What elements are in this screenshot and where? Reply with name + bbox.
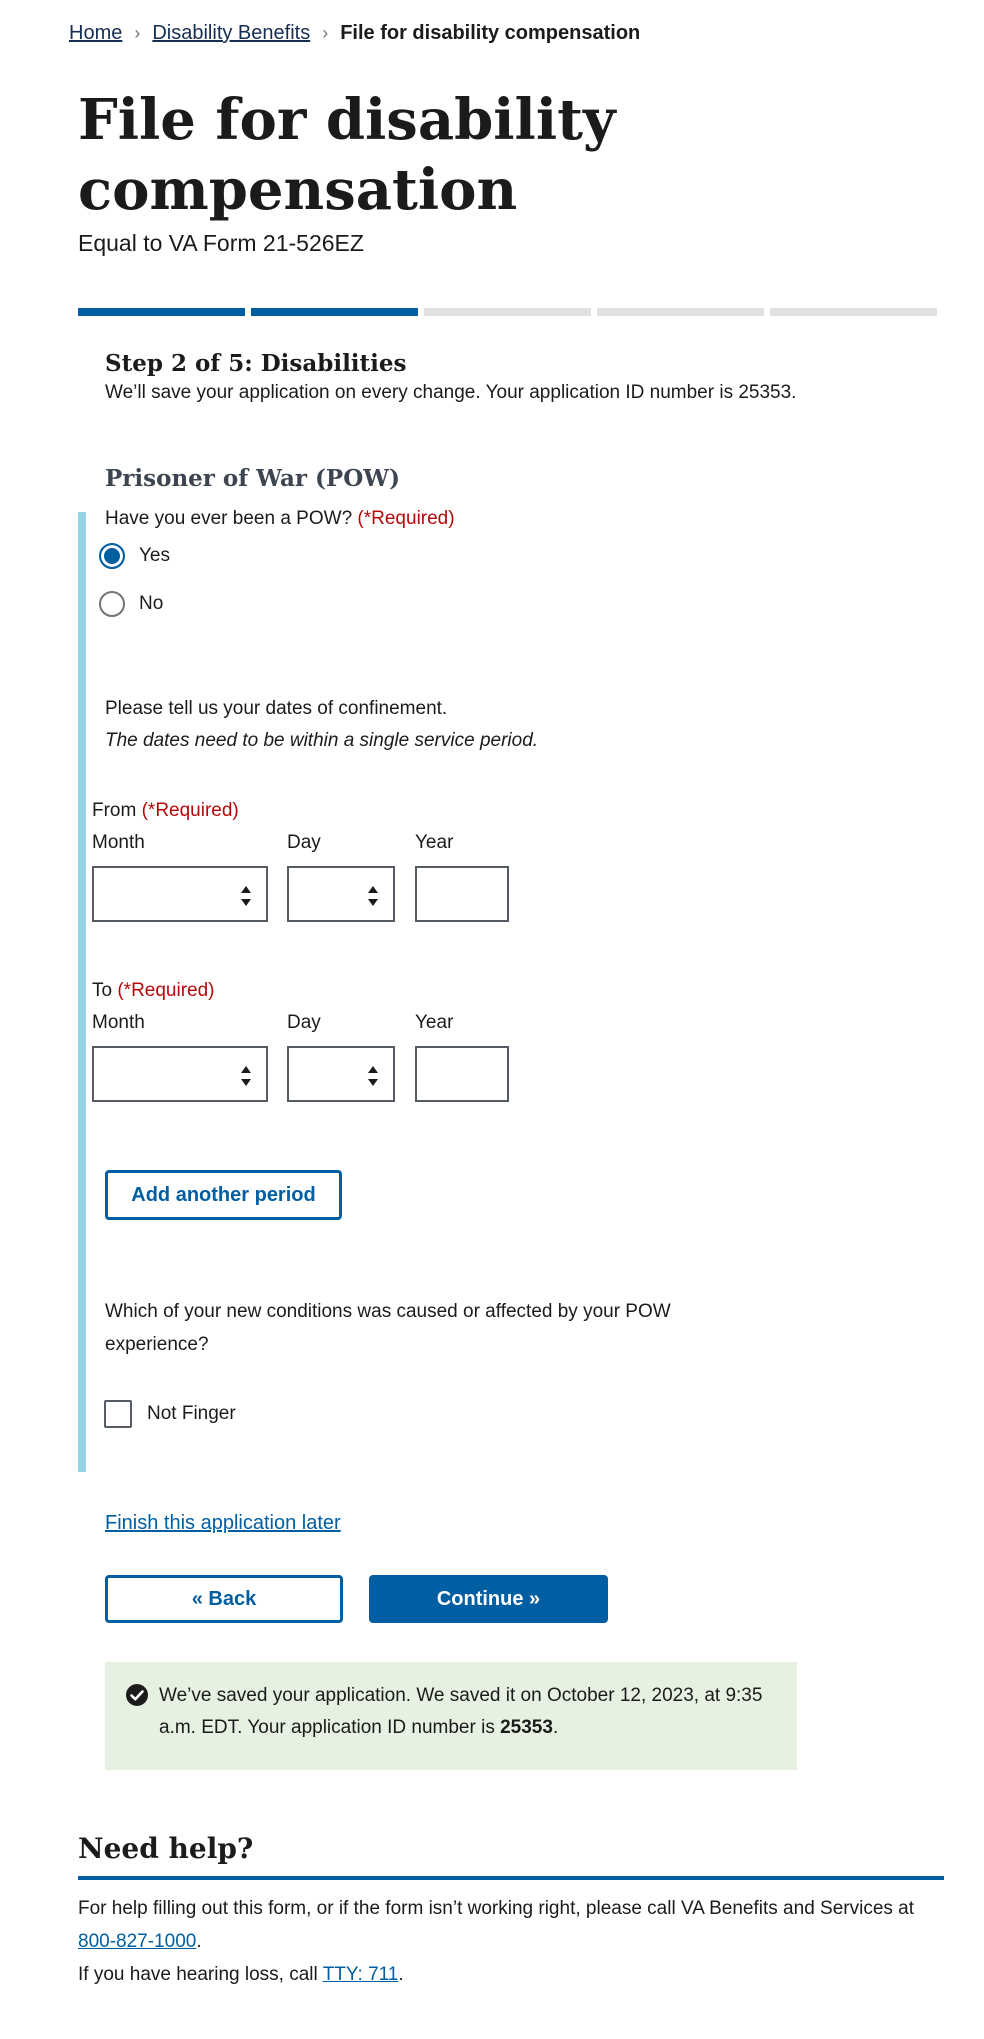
radio-yes[interactable] <box>99 543 125 569</box>
phone-link[interactable]: 800-827-1000 <box>78 1931 196 1952</box>
required-marker: (*Required) <box>357 508 455 529</box>
radio-option-no[interactable]: No <box>99 591 163 617</box>
page-subtitle: Equal to VA Form 21-526EZ <box>78 230 364 256</box>
tty-link[interactable]: TTY: 711 <box>323 1964 399 1985</box>
section-accent-bar <box>78 512 86 1472</box>
to-label: To <box>92 980 113 1001</box>
save-success-alert: We’ve saved your application. We saved i… <box>105 1662 797 1770</box>
radio-no[interactable] <box>99 591 125 617</box>
sort-caret-icon <box>241 1066 251 1086</box>
to-day-label: Day <box>287 1012 321 1033</box>
from-month-label: Month <box>92 832 145 853</box>
dates-intro: Please tell us your dates of confinement… <box>105 698 448 719</box>
sort-caret-icon <box>368 1066 378 1086</box>
required-marker: (*Required) <box>141 800 239 821</box>
to-month-select[interactable] <box>92 1046 268 1102</box>
help-line1: For help filling out this form, or if th… <box>78 1898 915 1919</box>
dates-hint: The dates need to be within a single ser… <box>105 730 539 751</box>
help-line2: If you have hearing loss, call <box>78 1964 323 1985</box>
from-legend: From (*Required) <box>92 800 239 822</box>
help-line2-end: . <box>398 1964 404 1985</box>
breadcrumb: Home › Disability Benefits › File for di… <box>69 22 640 45</box>
from-day-label: Day <box>287 832 321 853</box>
progress-segment <box>78 308 245 316</box>
conditions-question: Which of your new conditions was caused … <box>105 1301 671 1355</box>
continue-button[interactable]: Continue » <box>369 1575 608 1623</box>
radio-yes-label[interactable]: Yes <box>139 545 170 567</box>
breadcrumb-separator: › <box>134 23 141 43</box>
from-label: From <box>92 800 137 821</box>
progress-segment <box>251 308 418 316</box>
need-help-divider <box>78 1876 944 1880</box>
breadcrumb-current: File for disability compensation <box>340 22 641 44</box>
finish-later-link[interactable]: Finish this application later <box>105 1512 341 1535</box>
to-year-label: Year <box>415 1012 454 1033</box>
need-help-heading: Need help? <box>78 1832 254 1865</box>
alert-text: We’ve saved your application. We saved i… <box>159 1680 769 1744</box>
progress-segment <box>597 308 764 316</box>
pow-question-label: Have you ever been a POW? <box>105 508 353 529</box>
page-title: File for disability compensation <box>78 87 616 223</box>
breadcrumb-separator: › <box>322 23 329 43</box>
from-day-select[interactable] <box>287 866 395 922</box>
help-line1-end: . <box>196 1931 202 1952</box>
from-year-input[interactable] <box>415 866 509 922</box>
to-year-input[interactable] <box>415 1046 509 1102</box>
progress-segment <box>424 308 591 316</box>
radio-no-label[interactable]: No <box>139 593 163 615</box>
sort-caret-icon <box>241 886 251 906</box>
to-legend: To (*Required) <box>92 980 215 1002</box>
back-button[interactable]: « Back <box>105 1575 343 1623</box>
step-heading: Step 2 of 5: Disabilities <box>105 350 407 377</box>
page: Home › Disability Benefits › File for di… <box>0 0 984 2039</box>
section-heading: Prisoner of War (POW) <box>105 465 400 492</box>
condition-checkbox[interactable] <box>104 1400 132 1428</box>
breadcrumb-disability-benefits-link[interactable]: Disability Benefits <box>152 22 310 45</box>
from-month-select[interactable] <box>92 866 268 922</box>
check-circle-icon <box>126 1684 148 1706</box>
to-day-select[interactable] <box>287 1046 395 1102</box>
pow-question: Have you ever been a POW? (*Required) <box>105 508 455 530</box>
need-help-text: For help filling out this form, or if th… <box>78 1892 938 1991</box>
step-save-note: We’ll save your application on every cha… <box>105 382 797 403</box>
add-another-period-button[interactable]: Add another period <box>105 1170 342 1220</box>
progress-segment <box>770 308 937 316</box>
alert-period: . <box>552 1717 559 1738</box>
required-marker: (*Required) <box>117 980 215 1001</box>
condition-option[interactable]: Not Finger <box>104 1400 236 1428</box>
condition-label[interactable]: Not Finger <box>147 1403 236 1425</box>
breadcrumb-home-link[interactable]: Home <box>69 22 122 45</box>
alert-message: We’ve saved your application. We saved i… <box>159 1685 763 1738</box>
sort-caret-icon <box>368 886 378 906</box>
to-month-label: Month <box>92 1012 145 1033</box>
alert-application-id: 25353 <box>500 1717 553 1738</box>
progress-bar <box>78 308 937 316</box>
from-year-label: Year <box>415 832 454 853</box>
radio-option-yes[interactable]: Yes <box>99 543 170 569</box>
